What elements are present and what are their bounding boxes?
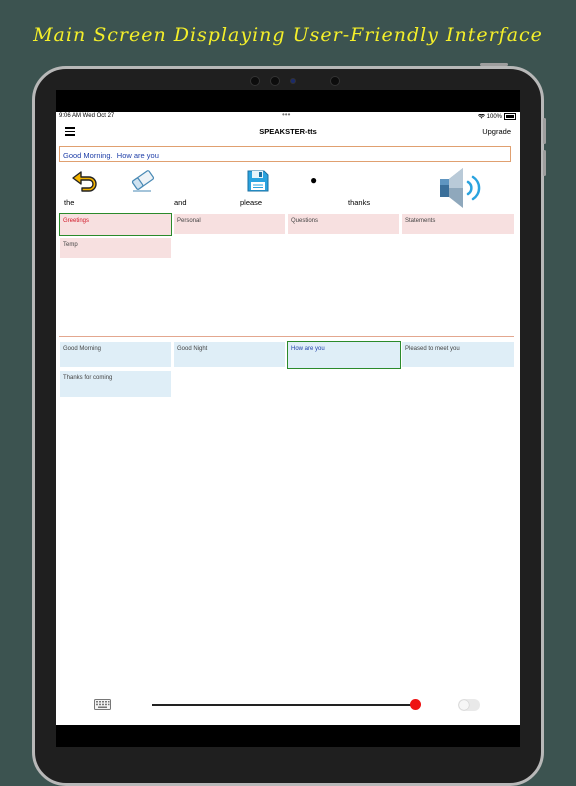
category-tile-questions[interactable]: Questions	[288, 214, 399, 234]
camera-dot	[290, 78, 296, 84]
phrase-tile-how-are-you[interactable]: How are you	[287, 341, 401, 369]
multitask-dots: •••	[282, 112, 291, 119]
phrase-tile-good-night[interactable]: Good Night	[174, 342, 285, 367]
battery-status: 100%	[477, 113, 516, 121]
power-button	[480, 63, 508, 66]
word-thanks[interactable]: thanks	[348, 198, 370, 207]
slider-knob[interactable]	[410, 699, 421, 710]
sentence-field[interactable]: Good Morning. How are you	[59, 146, 511, 162]
camera-dot	[270, 76, 280, 86]
category-tile-greetings[interactable]: Greetings	[59, 213, 172, 236]
category-tile-temp[interactable]: Temp	[60, 238, 171, 258]
word-the[interactable]: the	[64, 198, 74, 207]
eraser-icon[interactable]	[129, 168, 157, 192]
app-screen: 9:06 AM Wed Oct 27 ••• 100% SPEAKSTER-tt…	[56, 112, 520, 725]
word-and[interactable]: and	[174, 198, 187, 207]
word-please[interactable]: please	[240, 198, 262, 207]
screen-bottom-bezel	[56, 725, 520, 747]
phrase-tile-pleased-to-meet-you[interactable]: Pleased to meet you	[402, 342, 514, 367]
app-title: SPEAKSTER-tts	[259, 127, 317, 136]
speaker-icon[interactable]	[438, 166, 484, 210]
keyboard-icon[interactable]	[94, 699, 111, 710]
upgrade-button[interactable]: Upgrade	[482, 127, 511, 136]
phrase-tile-good-morning[interactable]: Good Morning	[60, 342, 171, 367]
screen-top-bezel	[56, 90, 520, 112]
phrase-tile-thanks-for-coming[interactable]: Thanks for coming	[60, 371, 171, 397]
speech-rate-slider[interactable]	[152, 704, 416, 706]
camera-dot	[330, 76, 340, 86]
bullet-icon[interactable]: ●	[310, 174, 317, 186]
status-time: 9:06 AM Wed Oct 27	[59, 113, 115, 119]
battery-icon	[504, 113, 516, 120]
camera-dot	[250, 76, 260, 86]
status-bar: 9:06 AM Wed Oct 27 ••• 100%	[56, 112, 520, 122]
navigation-bar: SPEAKSTER-tts Upgrade	[56, 124, 520, 140]
battery-percent: 100%	[486, 114, 502, 121]
camera-bar	[250, 73, 370, 87]
category-tile-statements[interactable]: Statements	[402, 214, 514, 234]
banner-caption: Main Screen Displaying User-Friendly Int…	[33, 24, 543, 46]
undo-arrow-icon[interactable]	[71, 169, 99, 193]
section-divider	[59, 336, 514, 337]
wifi-icon	[477, 113, 485, 119]
volume-button	[543, 118, 546, 144]
settings-toggle[interactable]	[458, 699, 480, 711]
save-floppy-icon[interactable]	[246, 169, 270, 193]
category-tile-personal[interactable]: Personal	[174, 214, 285, 234]
volume-button	[543, 150, 546, 176]
